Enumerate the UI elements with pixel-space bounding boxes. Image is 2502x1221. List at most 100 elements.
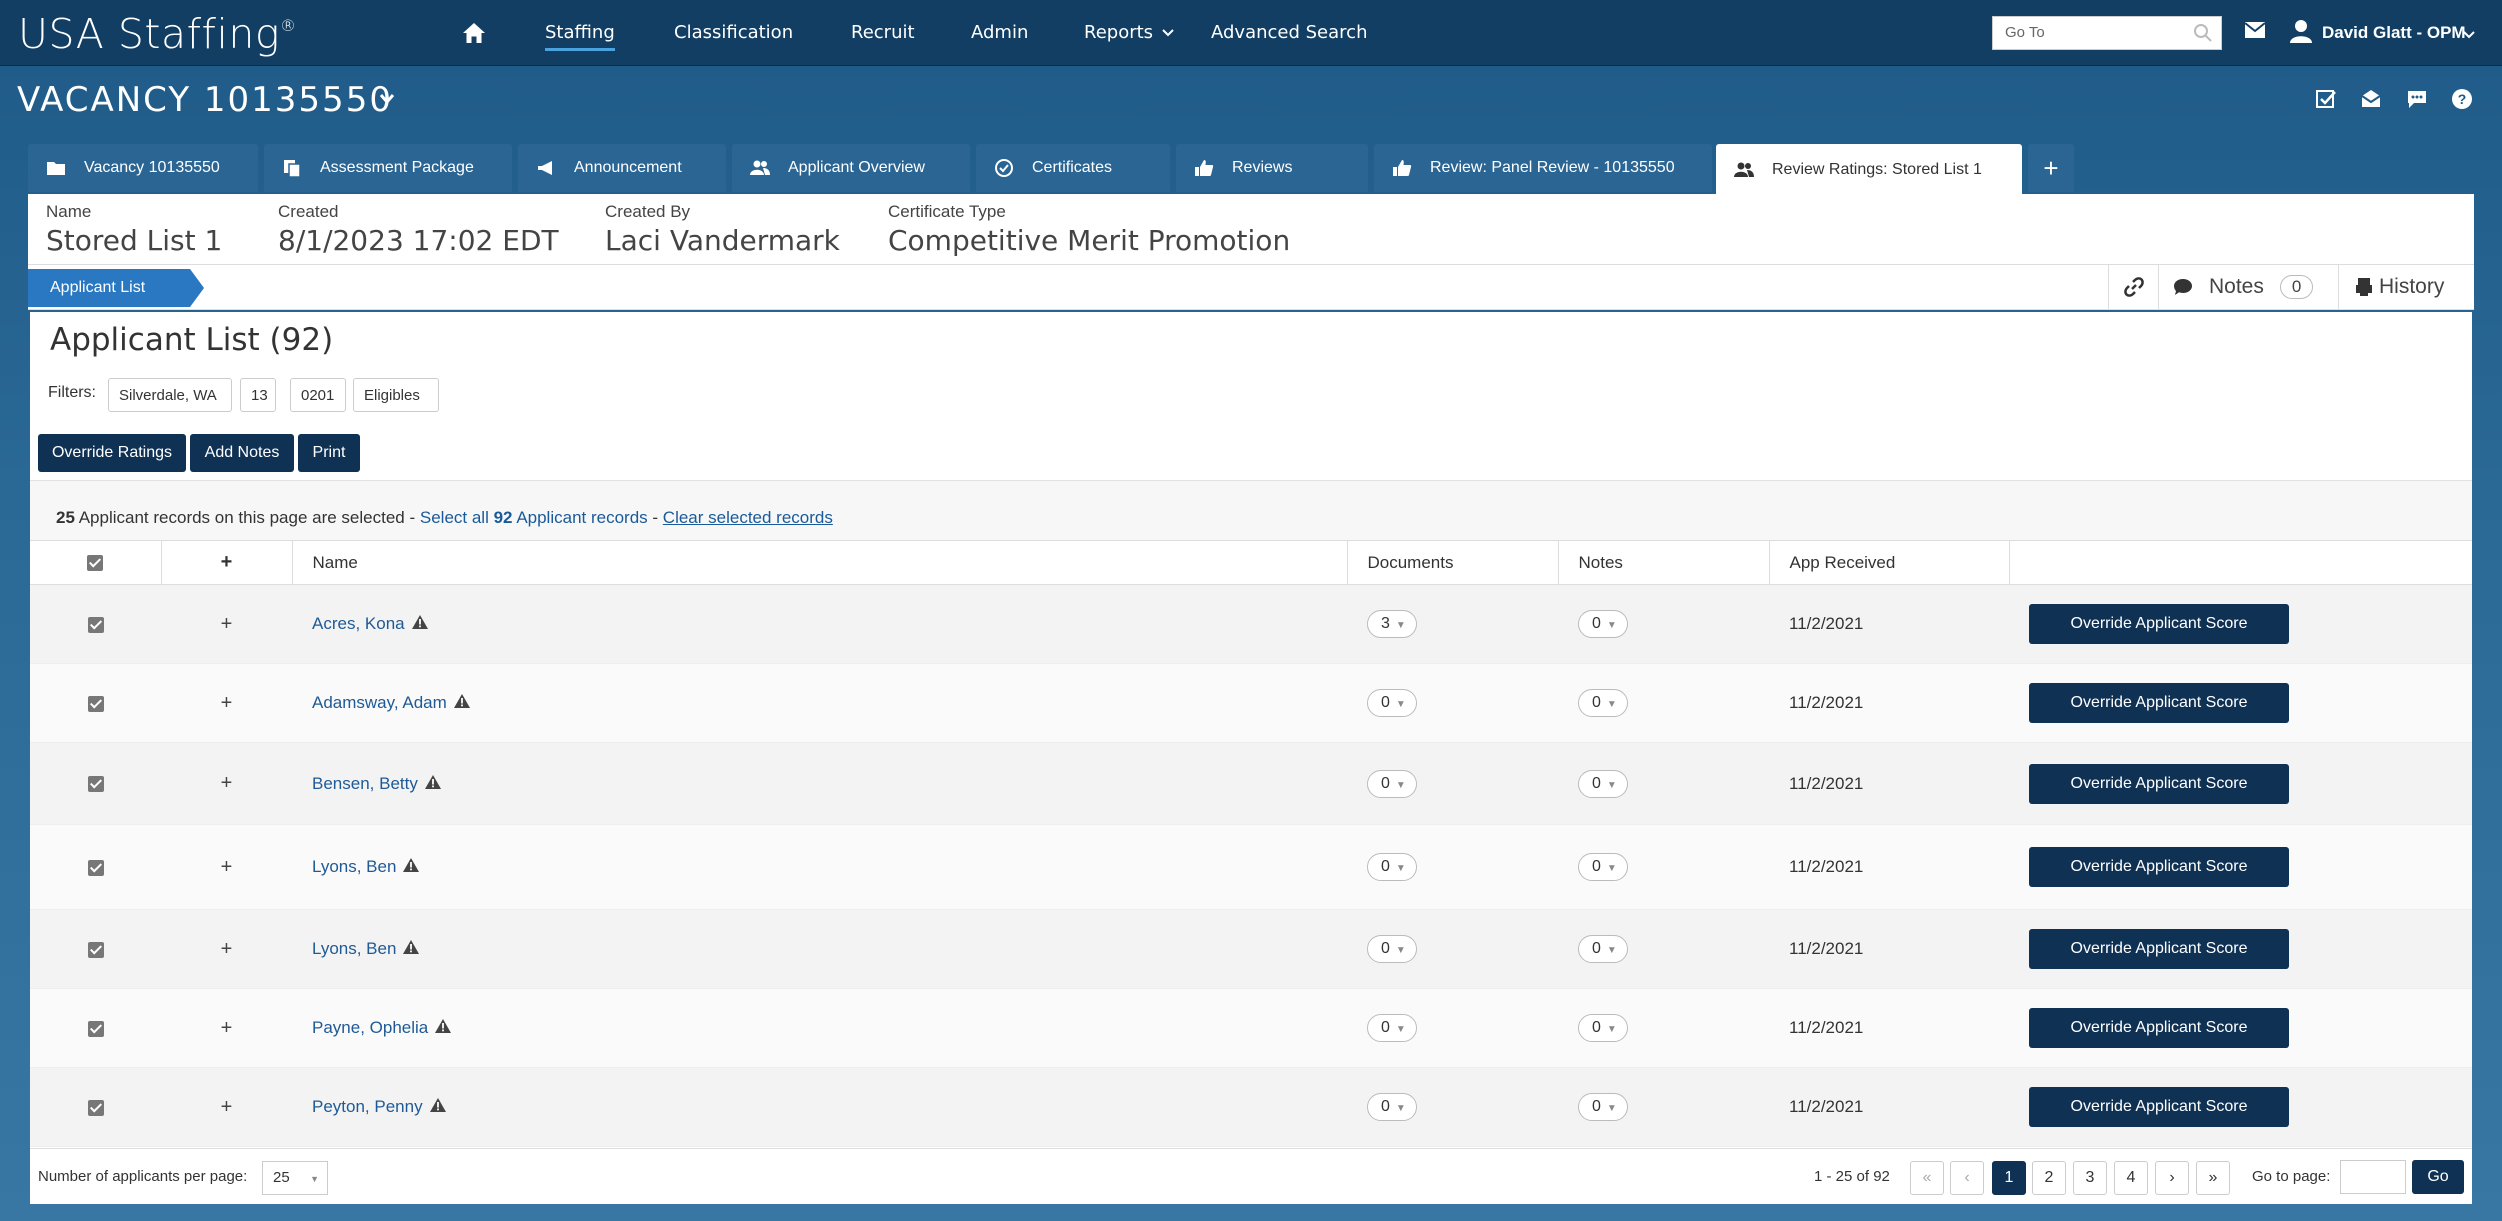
select-all-checkbox[interactable] (30, 540, 162, 585)
applicant-name-link[interactable]: Lyons, Ben (312, 939, 396, 958)
override-applicant-score-button[interactable]: Override Applicant Score (2029, 604, 2289, 644)
tab-announcement[interactable]: Announcement (518, 144, 726, 192)
documents-dropdown[interactable]: 0 ▼ (1367, 689, 1417, 717)
nav-admin[interactable]: Admin (971, 22, 1028, 43)
user-menu[interactable]: David Glatt - OPM (2322, 23, 2466, 43)
row-checkbox[interactable] (30, 584, 161, 664)
tab-assessment-package[interactable]: Assessment Package (264, 144, 512, 192)
column-header-documents[interactable]: Documents (1347, 540, 1559, 585)
filter-chip-grade[interactable]: 13 (240, 378, 276, 412)
page-3-button[interactable]: 3 (2073, 1161, 2107, 1195)
documents-dropdown[interactable]: 0 ▼ (1367, 853, 1417, 881)
override-ratings-button[interactable]: Override Ratings (38, 434, 186, 472)
override-applicant-score-button[interactable]: Override Applicant Score (2029, 1008, 2289, 1048)
chevron-down-icon[interactable] (2462, 30, 2476, 40)
notes-dropdown[interactable]: 0 ▼ (1578, 853, 1628, 881)
override-applicant-score-button[interactable]: Override Applicant Score (2029, 683, 2289, 723)
link-button[interactable] (2108, 265, 2158, 309)
tab-review-ratings[interactable]: Review Ratings: Stored List 1 (1716, 144, 2022, 196)
per-page-select[interactable]: 25 ▼ (262, 1161, 328, 1195)
notes-dropdown[interactable]: 0 ▼ (1578, 769, 1628, 798)
page-2-button[interactable]: 2 (2032, 1161, 2066, 1195)
add-tab-button[interactable]: + (2028, 144, 2074, 192)
notes-button[interactable]: Notes 0 (2158, 265, 2338, 309)
nav-staffing[interactable]: Staffing (545, 22, 615, 51)
expand-row-button[interactable]: + (161, 824, 292, 910)
goto-page-button[interactable]: Go (2412, 1160, 2464, 1194)
applicant-name-link[interactable]: Payne, Ophelia (312, 1018, 428, 1037)
column-header-app-received[interactable]: App Received (1769, 540, 2010, 585)
row-checkbox[interactable] (30, 909, 161, 989)
chat-icon[interactable] (2406, 88, 2428, 110)
tab-panel-review[interactable]: Review: Panel Review - 10135550 (1374, 144, 1712, 192)
breadcrumb-applicant-list[interactable]: Applicant List (28, 269, 190, 307)
next-page-button[interactable]: › (2155, 1161, 2189, 1195)
chevron-down-icon[interactable] (378, 92, 396, 106)
override-applicant-score-button[interactable]: Override Applicant Score (2029, 763, 2289, 804)
expand-row-button[interactable]: + (161, 909, 292, 989)
search-icon[interactable] (2193, 23, 2213, 43)
nav-classification[interactable]: Classification (674, 22, 793, 43)
documents-dropdown[interactable]: 3 ▼ (1367, 610, 1417, 638)
history-button[interactable]: History (2338, 265, 2474, 309)
clear-selected-link[interactable]: Clear selected records (663, 508, 833, 527)
nav-recruit[interactable]: Recruit (851, 22, 915, 43)
applicant-name-link[interactable]: Lyons, Ben (312, 857, 396, 876)
applicant-name-link[interactable]: Bensen, Betty (312, 774, 418, 793)
expand-row-button[interactable]: + (161, 1067, 292, 1147)
expand-row-button[interactable]: + (161, 584, 292, 664)
documents-dropdown[interactable]: 0 ▼ (1367, 1014, 1417, 1042)
column-header-notes[interactable]: Notes (1558, 540, 1770, 585)
expand-row-button[interactable]: + (161, 988, 292, 1068)
inbox-icon[interactable] (2360, 88, 2382, 110)
expand-row-button[interactable]: + (161, 663, 292, 743)
home-icon[interactable] (462, 22, 486, 44)
tab-certificates[interactable]: Certificates (976, 144, 1170, 192)
override-applicant-score-button[interactable]: Override Applicant Score (2029, 1087, 2289, 1127)
tab-reviews[interactable]: Reviews (1176, 144, 1368, 192)
expand-all-button[interactable]: + (161, 540, 293, 585)
filter-chip-series[interactable]: 0201 (290, 378, 346, 412)
applicant-name-link[interactable]: Acres, Kona (312, 614, 405, 633)
documents-dropdown[interactable]: 0 ▼ (1367, 769, 1417, 798)
row-checkbox[interactable] (30, 663, 161, 743)
notes-dropdown[interactable]: 0 ▼ (1578, 935, 1628, 963)
applicant-name-link[interactable]: Peyton, Penny (312, 1097, 423, 1116)
page-1-button[interactable]: 1 (1992, 1161, 2026, 1195)
documents-dropdown[interactable]: 0 ▼ (1367, 1093, 1417, 1121)
notes-dropdown[interactable]: 0 ▼ (1578, 1093, 1628, 1121)
prev-page-button[interactable]: ‹ (1950, 1161, 1984, 1195)
tab-vacancy[interactable]: Vacancy 10135550 (28, 144, 258, 192)
usa-staffing-logo[interactable]: USA Staffing® (18, 10, 296, 58)
override-applicant-score-button[interactable]: Override Applicant Score (2029, 847, 2289, 887)
last-page-button[interactable]: » (2196, 1161, 2230, 1195)
select-all-link[interactable]: Select all 92 Applicant records (420, 508, 648, 527)
nav-advanced-search[interactable]: Advanced Search (1211, 22, 1367, 43)
first-page-button[interactable]: « (1910, 1161, 1944, 1195)
goto-input[interactable]: Go To (1992, 16, 2222, 50)
row-checkbox[interactable] (30, 1067, 161, 1147)
applicant-name-link[interactable]: Adamsway, Adam (312, 693, 447, 712)
row-checkbox[interactable] (30, 824, 161, 910)
checklist-icon[interactable] (2315, 88, 2337, 110)
add-notes-button[interactable]: Add Notes (190, 434, 294, 472)
notes-dropdown[interactable]: 0 ▼ (1578, 1014, 1628, 1042)
filter-chip-eligibles[interactable]: Eligibles (353, 378, 439, 412)
nav-reports[interactable]: Reports (1084, 22, 1175, 43)
notes-dropdown[interactable]: 0 ▼ (1578, 610, 1628, 638)
goto-page-input[interactable] (2340, 1160, 2406, 1194)
column-header-name[interactable]: Name (292, 540, 1348, 585)
notes-dropdown[interactable]: 0 ▼ (1578, 689, 1628, 717)
override-applicant-score-button[interactable]: Override Applicant Score (2029, 929, 2289, 969)
filter-chip-location[interactable]: Silverdale, WA (108, 378, 232, 412)
documents-dropdown[interactable]: 0 ▼ (1367, 935, 1417, 963)
page-4-button[interactable]: 4 (2114, 1161, 2148, 1195)
help-icon[interactable]: ? (2451, 88, 2473, 110)
row-checkbox[interactable] (30, 742, 161, 825)
name-label: Name (46, 202, 92, 221)
row-checkbox[interactable] (30, 988, 161, 1068)
mail-icon[interactable] (2244, 21, 2266, 39)
expand-row-button[interactable]: + (161, 742, 292, 825)
tab-applicant-overview[interactable]: Applicant Overview (732, 144, 970, 192)
print-button[interactable]: Print (298, 434, 360, 472)
